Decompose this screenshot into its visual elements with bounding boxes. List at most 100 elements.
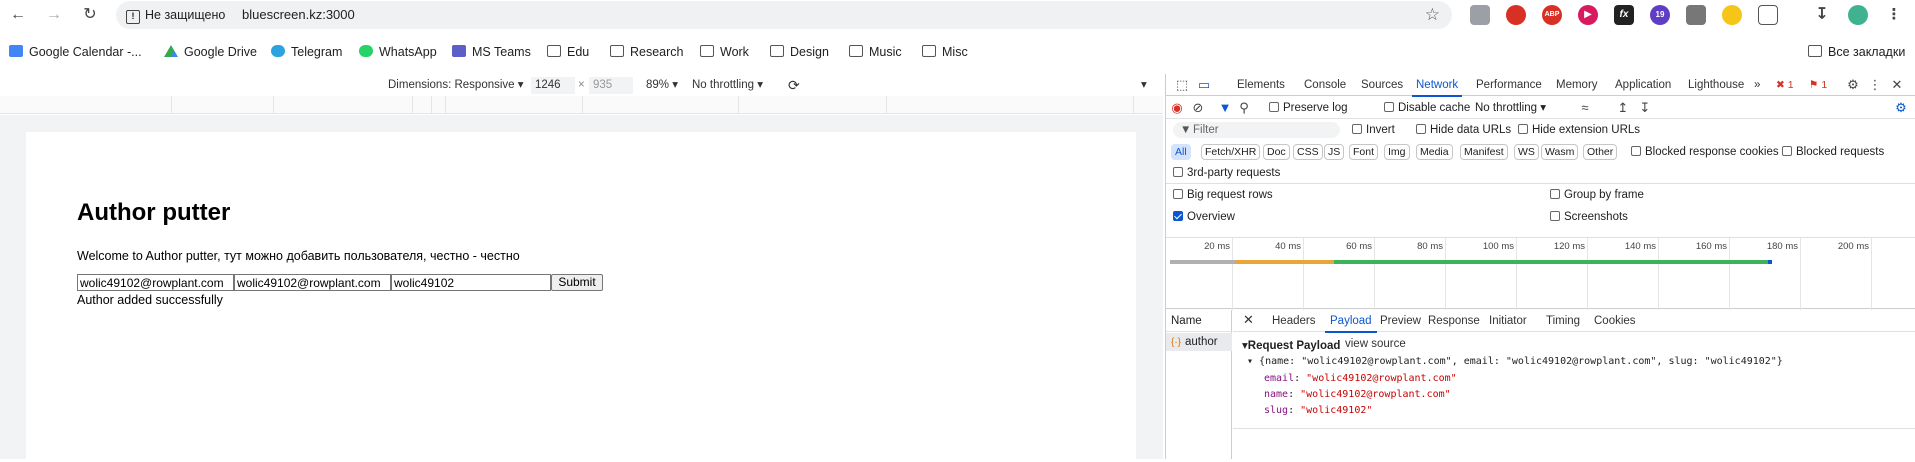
filter-funnel-icon[interactable]: ▼ [1217,100,1233,116]
blocked-response-cookies-checkbox[interactable]: Blocked response cookies [1631,145,1779,159]
media-ext-icon[interactable]: ▶ [1578,5,1598,25]
tab-preview[interactable]: Preview [1380,313,1421,329]
record-stop-icon[interactable]: ◉ [1169,100,1185,116]
coin-ext-icon[interactable] [1722,5,1742,25]
ublock-icon[interactable] [1506,5,1526,25]
filter-input[interactable]: ▼ Filter [1173,122,1340,138]
third-party-checkbox[interactable]: 3rd-party requests [1173,166,1280,180]
tab-elements[interactable]: Elements [1237,77,1285,93]
puzzle-icon[interactable] [1758,5,1778,25]
close-detail-icon[interactable]: ✕ [1243,312,1254,328]
tab-application[interactable]: Application [1615,77,1671,93]
type-manifest[interactable]: Manifest [1460,144,1508,160]
type-media[interactable]: Media [1416,144,1453,160]
device-menu-icon[interactable]: ▾ [1141,77,1147,93]
bookmark-folder-work[interactable]: Work [700,43,749,61]
bookmark-folder-music[interactable]: Music [849,43,902,61]
network-throttling-select[interactable]: No throttling ▾ [1475,101,1546,115]
extension-badge-icon[interactable]: 19 [1650,5,1670,25]
forward-icon[interactable]: → [43,4,65,26]
more-tabs-icon[interactable]: » [1754,77,1760,93]
bookmark-folder-design[interactable]: Design [770,43,829,61]
disable-cache-checkbox[interactable]: Disable cache [1384,101,1470,115]
back-icon[interactable]: ← [7,4,29,26]
bookmark-folder-edu[interactable]: Edu [547,43,589,61]
tab-headers[interactable]: Headers [1272,313,1315,329]
zoom-select[interactable]: 89% ▾ [646,77,678,93]
type-font[interactable]: Font [1349,144,1379,160]
tab-sources[interactable]: Sources [1361,77,1403,93]
dimensions-select[interactable]: Dimensions: Responsive ▾ [388,77,524,93]
tab-timing[interactable]: Timing [1546,313,1580,329]
request-payload-heading[interactable]: ▾Request Payload [1242,338,1340,352]
clear-icon[interactable]: ⊘ [1190,100,1206,116]
all-bookmarks[interactable]: Все закладки [1808,43,1905,61]
device-toggle-icon[interactable]: ▭ [1196,77,1212,93]
payload-summary-row[interactable]: ▾ {name: "wolic49102@rowplant.com", emai… [1247,355,1783,368]
type-css[interactable]: CSS [1293,144,1323,160]
type-ws[interactable]: WS [1514,144,1539,160]
reload-icon[interactable]: ↻ [79,4,101,26]
email-input[interactable] [234,274,391,291]
request-row-author[interactable]: {·} author [1166,333,1232,351]
hide-data-urls-checkbox[interactable]: Hide data URLs [1416,123,1511,137]
tab-payload[interactable]: Payload [1325,313,1377,333]
tab-console[interactable]: Console [1304,77,1346,93]
tab-response[interactable]: Response [1428,313,1480,329]
bookmark-ms-teams[interactable]: MS Teams [452,43,531,61]
bookmark-whatsapp[interactable]: WhatsApp [359,43,437,61]
network-conditions-icon[interactable]: ≈ [1577,100,1593,116]
preserve-log-checkbox[interactable]: Preserve log [1269,101,1348,115]
tab-cookies[interactable]: Cookies [1594,313,1636,329]
security-chip[interactable]: ! Не защищено [126,6,225,24]
download-icon[interactable]: ↧ [1812,5,1832,25]
formula-ext-icon[interactable]: fx [1614,5,1634,25]
throttling-select[interactable]: No throttling ▾ [692,77,763,93]
type-wasm[interactable]: Wasm [1541,144,1579,160]
hide-extension-urls-checkbox[interactable]: Hide extension URLs [1518,123,1640,137]
rotate-icon[interactable]: ⟳ [788,77,800,93]
tab-network[interactable]: Network [1411,77,1463,97]
network-settings-gear-icon[interactable]: ⚙ [1893,100,1909,116]
type-js[interactable]: JS [1324,144,1345,160]
height-input[interactable]: 935 [589,77,633,94]
inspect-element-icon[interactable]: ⬚ [1174,77,1190,93]
bookmark-folder-misc[interactable]: Misc [922,43,968,61]
submit-button[interactable]: Submit [551,274,603,291]
group-by-frame-checkbox[interactable]: Group by frame [1550,188,1644,202]
error-count-badge[interactable]: ✖ 1 [1776,79,1794,91]
type-fetch-xhr[interactable]: Fetch/XHR [1201,144,1261,160]
close-devtools-icon[interactable]: ✕ [1889,77,1905,93]
settings-gear-icon[interactable]: ⚙ [1845,77,1861,93]
profile-ext-icon[interactable] [1470,5,1490,25]
tab-performance[interactable]: Performance [1476,77,1542,93]
export-har-icon[interactable]: ↧ [1637,100,1653,116]
network-overview-timeline[interactable]: 20 ms 40 ms 60 ms 80 ms 100 ms 120 ms 140 ms 16… [1166,237,1915,310]
devtools-menu-icon[interactable]: ⋮ [1867,77,1883,93]
tab-lighthouse[interactable]: Lighthouse [1688,77,1744,93]
type-doc[interactable]: Doc [1263,144,1290,160]
type-img[interactable]: Img [1384,144,1410,160]
tab-initiator[interactable]: Initiator [1489,313,1527,329]
url-text[interactable]: bluescreen.kz:3000 [242,6,355,24]
view-source-link[interactable]: view source [1345,338,1406,350]
address-bar[interactable]: ! Не защищено bluescreen.kz:3000 ☆ [116,1,1452,29]
name-column-header[interactable]: Name [1166,310,1232,332]
width-input[interactable]: 1246 [531,77,575,94]
adblock-icon[interactable]: ABP [1542,5,1562,25]
type-all[interactable]: All [1171,144,1191,160]
import-har-icon[interactable]: ↥ [1615,100,1631,116]
invert-checkbox[interactable]: Invert [1352,123,1395,137]
issue-count-badge[interactable]: ⚑ 1 [1809,79,1827,91]
name-input[interactable] [77,274,234,291]
type-other[interactable]: Other [1583,144,1618,160]
blocked-requests-checkbox[interactable]: Blocked requests [1782,145,1884,159]
bookmark-google-calendar[interactable]: Google Calendar -... [9,43,142,61]
bookmark-star-icon[interactable]: ☆ [1425,5,1440,25]
screenshots-checkbox[interactable]: Screenshots [1550,210,1628,224]
menu-kebab-icon[interactable]: ⋮ [1884,5,1904,25]
bookmark-folder-research[interactable]: Research [610,43,684,61]
avatar[interactable] [1848,5,1868,25]
grid-ext-icon[interactable] [1686,5,1706,25]
big-request-rows-checkbox[interactable]: Big request rows [1173,188,1273,202]
